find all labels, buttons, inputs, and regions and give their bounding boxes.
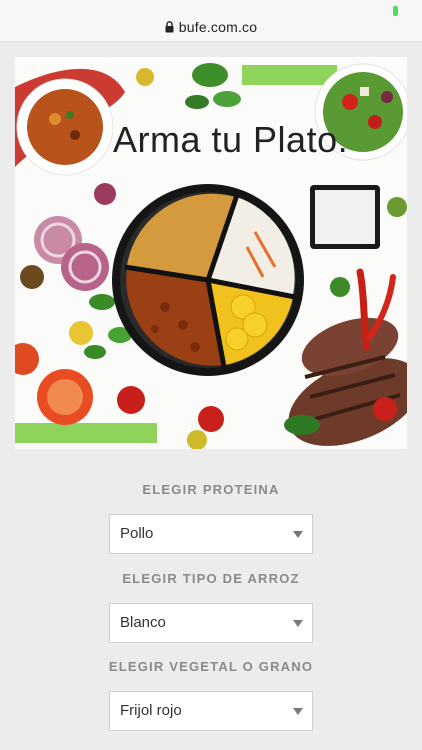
vegetable-select-value: Frijol rojo: [120, 702, 182, 719]
url-field[interactable]: bufe.com.co: [0, 19, 422, 35]
hero-title: Arma tu Plato.: [113, 119, 349, 160]
protein-select[interactable]: Pollo: [109, 514, 313, 554]
rice-select[interactable]: Blanco: [109, 603, 313, 643]
hero-banner-image: Arma tu Plato.: [15, 57, 407, 449]
battery-icon: [393, 6, 398, 16]
food-illustration: [15, 63, 407, 449]
url-text: bufe.com.co: [178, 19, 258, 35]
browser-address-bar: bufe.com.co: [0, 0, 422, 42]
vegetable-label: ELEGIR VEGETAL O GRANO: [108, 659, 314, 674]
chevron-down-icon: [293, 620, 303, 627]
chevron-down-icon: [293, 708, 303, 715]
vegetable-select[interactable]: Frijol rojo: [109, 691, 313, 731]
protein-label: ELEGIR PROTEINA: [142, 482, 280, 497]
lock-icon: [165, 21, 174, 33]
rice-label: ELEGIR TIPO DE ARROZ: [122, 571, 300, 586]
chevron-down-icon: [293, 531, 303, 538]
protein-select-value: Pollo: [120, 525, 154, 542]
rice-select-value: Blanco: [120, 614, 166, 631]
